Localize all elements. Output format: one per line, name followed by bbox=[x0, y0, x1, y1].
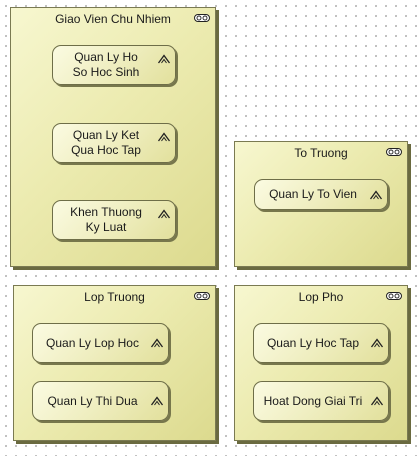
use-case-quan-ly-hoc-tap[interactable]: Quan Ly Hoc Tap bbox=[253, 323, 389, 363]
chevron-up-icon[interactable] bbox=[157, 207, 171, 221]
package-giao-vien-chu-nhiem[interactable]: Giao Vien Chu Nhiem Quan Ly Ho So Hoc Si… bbox=[10, 7, 216, 267]
collapse-toggle-icon[interactable] bbox=[386, 148, 402, 156]
package-to-truong[interactable]: To Truong Quan Ly To Vien bbox=[234, 141, 408, 267]
use-case-hoat-dong-giai-tri[interactable]: Hoat Dong Giai Tri bbox=[253, 381, 389, 421]
use-case-label: Quan Ly Ho So Hoc Sinh bbox=[72, 50, 140, 79]
package-lop-pho[interactable]: Lop Pho Quan Ly Hoc Tap Hoat Dong Giai T… bbox=[234, 285, 408, 441]
use-case-quan-ly-ket-qua-hoc-tap[interactable]: Quan Ly Ket Qua Hoc Tap bbox=[52, 123, 176, 163]
use-case-label: Quan Ly Ket Qua Hoc Tap bbox=[71, 128, 141, 157]
use-case-khen-thuong-ky-luat[interactable]: Khen Thuong Ky Luat bbox=[52, 200, 176, 240]
collapse-toggle-icon[interactable] bbox=[194, 292, 210, 300]
use-case-label: Quan Ly To Vien bbox=[269, 187, 357, 201]
use-case-label: Quan Ly Lop Hoc bbox=[46, 335, 139, 350]
chevron-up-icon[interactable] bbox=[150, 394, 164, 408]
chevron-up-icon[interactable] bbox=[157, 130, 171, 144]
use-case-quan-ly-ho-so-hoc-sinh[interactable]: Quan Ly Ho So Hoc Sinh bbox=[52, 45, 176, 85]
use-case-quan-ly-thi-dua[interactable]: Quan Ly Thi Dua bbox=[32, 381, 169, 421]
chevron-up-icon[interactable] bbox=[370, 336, 384, 350]
package-title: Lop Pho bbox=[298, 290, 344, 304]
chevron-up-icon[interactable] bbox=[150, 336, 164, 350]
use-case-label: Khen Thuong Ky Luat bbox=[70, 205, 142, 234]
use-case-quan-ly-to-vien[interactable]: Quan Ly To Vien bbox=[254, 179, 388, 210]
use-case-quan-ly-lop-hoc[interactable]: Quan Ly Lop Hoc bbox=[32, 323, 169, 363]
package-title: To Truong bbox=[294, 146, 348, 160]
chevron-up-icon[interactable] bbox=[369, 188, 383, 202]
package-title: Lop Truong bbox=[84, 290, 145, 304]
collapse-toggle-icon[interactable] bbox=[194, 14, 210, 22]
use-case-label: Quan Ly Thi Dua bbox=[47, 393, 138, 408]
collapse-toggle-icon[interactable] bbox=[386, 292, 402, 300]
chevron-up-icon[interactable] bbox=[370, 394, 384, 408]
use-case-label: Hoat Dong Giai Tri bbox=[263, 393, 363, 408]
use-case-label: Quan Ly Hoc Tap bbox=[266, 335, 360, 350]
chevron-up-icon[interactable] bbox=[157, 52, 171, 66]
package-lop-truong[interactable]: Lop Truong Quan Ly Lop Hoc Quan Ly Thi D… bbox=[13, 285, 216, 441]
package-title: Giao Vien Chu Nhiem bbox=[55, 12, 171, 26]
